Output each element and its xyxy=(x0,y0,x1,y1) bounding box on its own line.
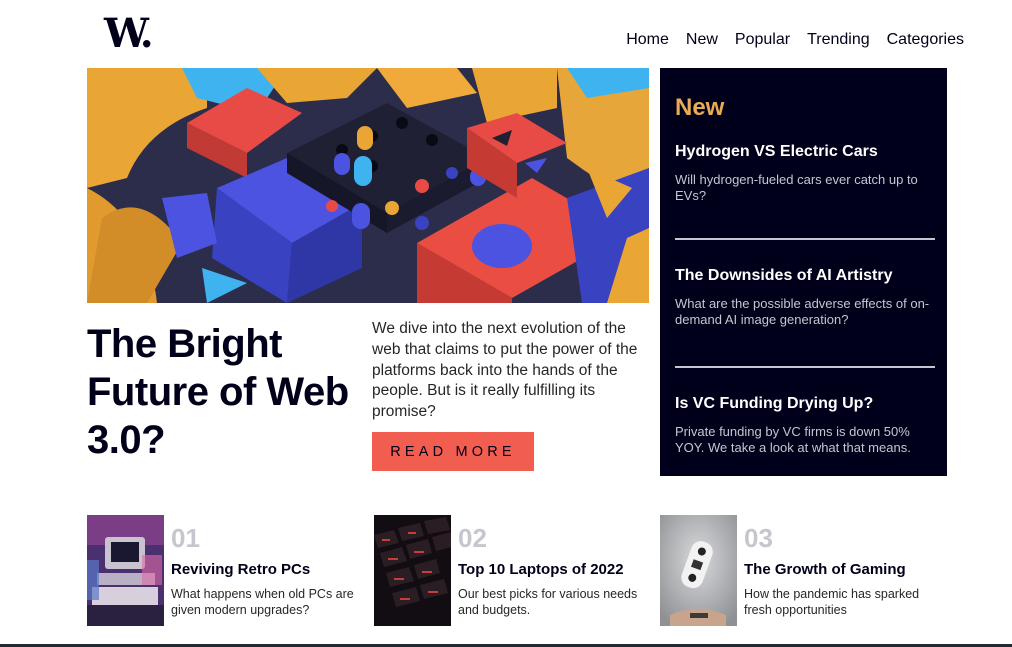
page: W. Home New Popular Trending Categories xyxy=(0,0,1012,647)
new-panel: New Hydrogen VS Electric Cars Will hydro… xyxy=(660,68,947,476)
article-number: 02 xyxy=(458,523,487,553)
hero-title: The Bright Future of Web 3.0? xyxy=(87,322,349,462)
new-item-title[interactable]: Hydrogen VS Electric Cars xyxy=(675,142,935,162)
nav-link-popular[interactable]: Popular xyxy=(735,30,790,50)
new-panel-heading: New xyxy=(675,94,725,121)
new-item-description: Private funding by VC firms is down 50% … xyxy=(675,424,911,455)
article-card: 02 Top 10 Laptops of 2022 Our best picks… xyxy=(374,515,644,627)
article-title[interactable]: Top 10 Laptops of 2022 xyxy=(458,560,658,580)
read-more-button[interactable]: READ MORE xyxy=(372,432,534,471)
article-description: Our best picks for various needs and bud… xyxy=(458,587,638,617)
nav-link-home[interactable]: Home xyxy=(626,30,669,50)
article-description: How the pandemic has sparked fresh oppor… xyxy=(744,587,920,617)
nav-link-trending[interactable]: Trending xyxy=(807,30,870,50)
new-item: The Downsides of AI Artistry What are th… xyxy=(675,266,935,366)
main-nav: Home New Popular Trending Categories xyxy=(626,30,964,50)
hero-description: We dive into the next evolution of the w… xyxy=(372,320,638,421)
new-item: Hydrogen VS Electric Cars Will hydrogen-… xyxy=(675,142,935,238)
new-item-description: What are the possible adverse effects of… xyxy=(675,296,930,327)
new-item-title[interactable]: The Downsides of AI Artistry xyxy=(675,266,935,286)
nav-link-new[interactable]: New xyxy=(686,30,718,50)
site-logo[interactable]: W. xyxy=(104,12,154,56)
divider xyxy=(675,366,935,368)
retro-pc-thumbnail[interactable] xyxy=(87,515,164,626)
new-item: Is VC Funding Drying Up? Private funding… xyxy=(675,394,935,474)
article-description: What happens when old PCs are given mode… xyxy=(171,587,354,617)
article-title[interactable]: The Growth of Gaming xyxy=(744,560,944,580)
divider xyxy=(675,238,935,240)
new-item-title[interactable]: Is VC Funding Drying Up? xyxy=(675,394,935,414)
nav-link-categories[interactable]: Categories xyxy=(887,30,964,50)
laptop-keyboard-thumbnail[interactable] xyxy=(374,515,451,626)
article-card: 03 The Growth of Gaming How the pandemic… xyxy=(660,515,950,627)
game-controller-thumbnail[interactable] xyxy=(660,515,737,626)
article-card: 01 Reviving Retro PCs What happens when … xyxy=(87,515,357,627)
article-title[interactable]: Reviving Retro PCs xyxy=(171,560,371,580)
new-item-description: Will hydrogen-fueled cars ever catch up … xyxy=(675,172,918,203)
hero-image xyxy=(87,68,649,303)
article-number: 01 xyxy=(171,523,200,553)
article-number: 03 xyxy=(744,523,773,553)
